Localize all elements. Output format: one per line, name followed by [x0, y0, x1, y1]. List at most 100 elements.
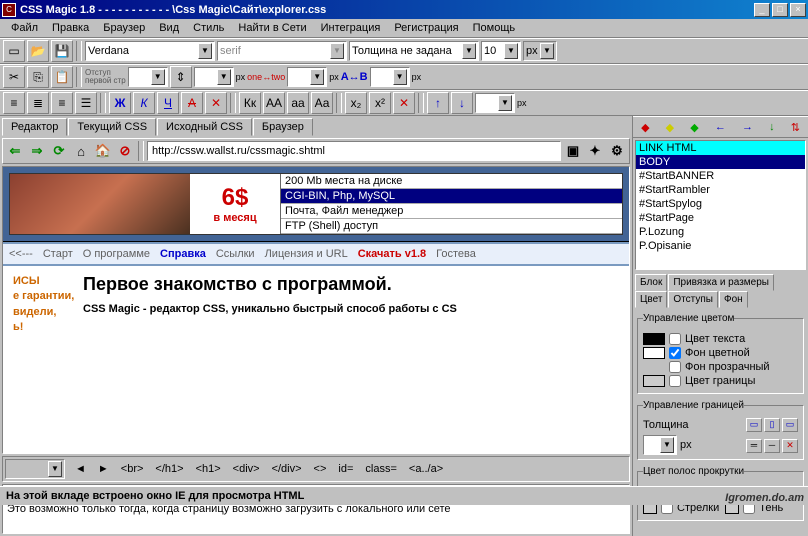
arrow-right-icon[interactable]: →	[742, 121, 753, 133]
refresh-button[interactable]: ⟳	[49, 141, 69, 161]
border-top-icon[interactable]: ▭	[746, 418, 762, 432]
nav-links[interactable]: Ссылки	[216, 248, 255, 260]
arrow-left-icon[interactable]: ←	[715, 121, 726, 133]
tag-class[interactable]: class=	[363, 462, 399, 476]
save-button[interactable]: 💾	[51, 40, 73, 62]
menu-register[interactable]: Регистрация	[387, 20, 465, 36]
nav-download[interactable]: Скачать v1.8	[358, 248, 426, 260]
color-swatch-1[interactable]: ◆	[641, 121, 649, 134]
tag-h1[interactable]: <h1>	[194, 462, 223, 476]
tag-id[interactable]: id=	[336, 462, 355, 476]
font-generic-combo[interactable]: serif▼	[217, 41, 347, 61]
clear-format-button[interactable]: ✕	[205, 92, 227, 114]
new-button[interactable]: ▭	[3, 40, 25, 62]
paste-button[interactable]: 📋	[51, 66, 73, 88]
color-swatch-2[interactable]: ◆	[666, 121, 674, 134]
thickness-combo[interactable]: Толщина не задана▼	[349, 41, 479, 61]
nav-license[interactable]: Лицензия и URL	[265, 248, 348, 260]
offset-input[interactable]: ▼	[475, 93, 515, 113]
border-style-1[interactable]: ═	[746, 439, 762, 453]
tag-h1-close[interactable]: </h1>	[153, 462, 185, 476]
tag-prev[interactable]: ◄	[73, 462, 88, 476]
back-button[interactable]: ⇐	[5, 141, 25, 161]
tag-div-close[interactable]: </div>	[270, 462, 304, 476]
tag-a[interactable]: <a../a>	[407, 462, 445, 476]
border-width-input[interactable]: ▼	[643, 435, 677, 455]
menu-help[interactable]: Помощь	[466, 20, 523, 36]
banner-features[interactable]: 200 Mb места на диске CGI-BIN, Php, MySQ…	[280, 174, 622, 234]
open-button[interactable]: 📂	[27, 40, 49, 62]
valign-button[interactable]: ⇕	[170, 66, 192, 88]
tag-next[interactable]: ►	[96, 462, 111, 476]
text-color-swatch[interactable]	[643, 333, 665, 345]
nav-back[interactable]: <<---	[9, 248, 33, 260]
menu-style[interactable]: Стиль	[186, 20, 231, 36]
menu-view[interactable]: Вид	[152, 20, 186, 36]
tag-generic[interactable]: <>	[312, 462, 329, 476]
tab-color[interactable]: Цвет	[635, 291, 667, 308]
border-side-icon[interactable]: ▭	[782, 418, 798, 432]
color-swatch-3[interactable]: ◆	[690, 121, 698, 134]
text-color-check[interactable]	[669, 333, 681, 345]
strike-button[interactable]: А	[181, 92, 203, 114]
favorites-button[interactable]: ✦	[585, 141, 605, 161]
size-combo[interactable]: 10▼	[481, 41, 521, 61]
minimize-button[interactable]: _	[754, 3, 770, 17]
indent-input[interactable]: ▼	[128, 67, 168, 87]
lowercase-button[interactable]: аа	[287, 92, 309, 114]
tag-div[interactable]: <div>	[231, 462, 262, 476]
tab-padding[interactable]: Отступы	[668, 291, 718, 308]
menu-file[interactable]: Файл	[4, 20, 45, 36]
border-clear[interactable]: ✕	[782, 439, 798, 453]
menu-integration[interactable]: Интеграция	[314, 20, 388, 36]
copy-button[interactable]: ⎘	[27, 66, 49, 88]
maximize-button[interactable]: □	[772, 3, 788, 17]
cut-button[interactable]: ✂	[3, 66, 25, 88]
menu-search[interactable]: Найти в Сети	[231, 20, 313, 36]
tag-br[interactable]: <br>	[119, 462, 146, 476]
border-color-check[interactable]	[669, 375, 681, 387]
stop-button[interactable]: ⊘	[115, 141, 135, 161]
tab-source-css[interactable]: Исходный CSS	[157, 118, 252, 136]
tab-current-css[interactable]: Текущий CSS	[68, 118, 156, 136]
homepage-button[interactable]: 🏠	[93, 141, 113, 161]
bold-button[interactable]: Ж	[109, 92, 131, 114]
tab-editor[interactable]: Редактор	[2, 118, 67, 136]
unit-combo[interactable]: px▼	[523, 41, 557, 61]
tab-position[interactable]: Привязка и размеры	[668, 274, 774, 291]
sub-button[interactable]: x₂	[345, 92, 367, 114]
border-style-2[interactable]: ─	[764, 439, 780, 453]
menu-browser[interactable]: Браузер	[96, 20, 152, 36]
nav-help[interactable]: Справка	[160, 248, 206, 260]
smallcaps-button[interactable]: Кк	[239, 92, 261, 114]
italic-button[interactable]: К	[133, 92, 155, 114]
align-justify-button[interactable]: ☰	[75, 92, 97, 114]
up-button[interactable]: ↑	[427, 92, 449, 114]
home-button[interactable]: ⌂	[71, 141, 91, 161]
spacing-input[interactable]: ▼	[194, 67, 234, 87]
settings-icon[interactable]: ⚙	[607, 141, 627, 161]
tag-combo[interactable]: ▼	[5, 459, 65, 479]
uppercase-button[interactable]: АА	[263, 92, 285, 114]
sup-button[interactable]: x²	[369, 92, 391, 114]
nav-start[interactable]: Старт	[43, 248, 73, 260]
align-left-button[interactable]: ≡	[3, 92, 25, 114]
spacing2-input[interactable]: ▼	[287, 67, 327, 87]
clear2-button[interactable]: ✕	[393, 92, 415, 114]
url-input[interactable]	[147, 141, 561, 161]
bg-color-check[interactable]	[669, 347, 681, 359]
arrow-down-icon[interactable]: ↓	[769, 121, 775, 133]
close-button[interactable]: ×	[790, 3, 806, 17]
menu-edit[interactable]: Правка	[45, 20, 96, 36]
border-color-swatch[interactable]	[643, 375, 665, 387]
tab-browser[interactable]: Браузер	[253, 118, 313, 136]
border-all-icon[interactable]: ▯	[764, 418, 780, 432]
nav-guest[interactable]: Гостева	[436, 248, 476, 260]
go-button[interactable]: ▣	[563, 141, 583, 161]
bg-color-swatch[interactable]	[643, 347, 665, 359]
transparent-check[interactable]	[669, 361, 681, 373]
tab-background[interactable]: Фон	[719, 291, 748, 308]
spacing3-input[interactable]: ▼	[370, 67, 410, 87]
tab-block[interactable]: Блок	[635, 274, 667, 291]
underline-button[interactable]: Ч	[157, 92, 179, 114]
